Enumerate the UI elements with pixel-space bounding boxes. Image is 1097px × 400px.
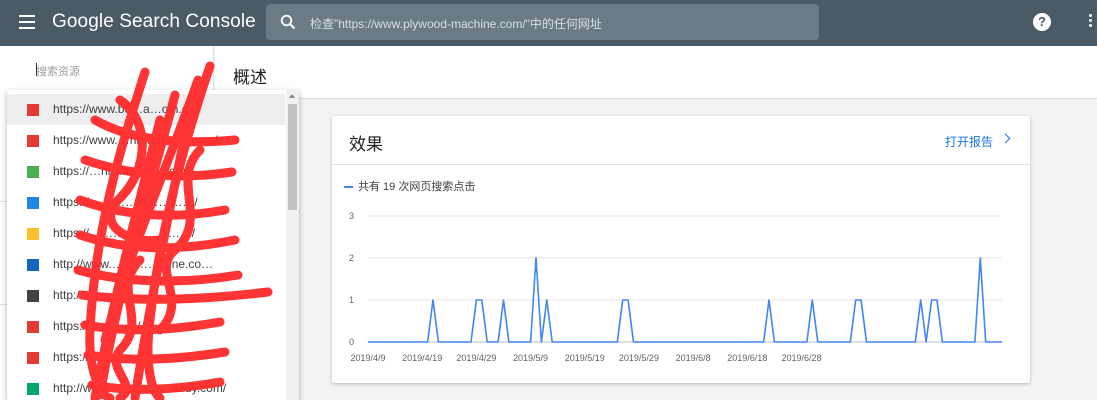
property-url: https://…………io…………/ [53,195,198,209]
x-tick-label: 2019/4/19 [402,353,442,363]
performance-card: 效果 打开报告 共有 19 次网页搜索点击 0 1 2 3 2019/4/9 2019/4… [332,116,1030,383]
property-dropdown[interactable]: http://www.……………aeuy.com/https://…………/ ht… [7,90,299,400]
top-app-bar: Google Search Console 检查"https://www.ply… [0,0,1097,46]
search-input[interactable]: 检查"https://www.plywood-machine.com/"中的任何… [310,15,602,32]
more-vert-icon[interactable] [1089,14,1093,30]
property-item[interactable]: http://www.……………ne.co… [7,249,285,280]
site-favicon-icon [27,228,39,240]
property-item[interactable]: https://…hi…na…….com/ [7,156,285,187]
property-item[interactable]: https://…………e…………/ [7,218,285,249]
property-url: https://www.bo…a…om.c… [53,102,200,116]
site-favicon-icon [27,352,39,364]
property-item[interactable]: https://…………io…………/ [7,187,285,218]
property-url: https://…………/ [53,350,141,364]
site-favicon-icon [27,383,39,395]
scroll-up-icon[interactable] [289,94,295,98]
scrollbar-thumb[interactable] [288,104,297,210]
property-search-input[interactable]: 搜索资源 [36,63,80,79]
y-tick-label: 0 [349,337,354,347]
property-item[interactable]: http://www.……………aeuy.com/ [7,373,285,400]
help-icon[interactable]: ? [1033,13,1051,31]
url-inspection-search[interactable]: 检查"https://www.plywood-machine.com/"中的任何… [266,4,819,40]
menu-icon[interactable] [19,15,35,29]
x-tick-label: 2019/4/9 [350,353,385,363]
clicks-line-chart: 0 1 2 3 2019/4/9 2019/4/19 2019/4/29 2019/5/9 20… [349,211,1002,363]
text-cursor [36,63,37,76]
x-tick-label: 2019/5/29 [619,353,659,363]
dropdown-scrollbar[interactable] [286,90,299,400]
site-favicon-icon [27,321,39,333]
x-tick-label: 2019/5/9 [513,353,548,363]
search-icon [280,14,296,30]
y-tick-label: 1 [349,295,354,305]
y-tick-label: 3 [349,211,354,221]
property-url: http://…………………/ [53,288,171,302]
x-tick-label: 2019/6/8 [676,353,711,363]
property-url: https://www.…hi…on…….com/ [53,133,218,147]
property-url: http://www.……………aeuy.com/ [53,381,227,395]
x-tick-label: 2019/5/19 [565,353,605,363]
site-favicon-icon [27,290,39,302]
x-tick-label: 2019/6/28 [781,353,821,363]
page-title: 概述 [233,68,267,87]
site-favicon-icon [27,259,39,271]
property-item[interactable]: https://…………/ [7,342,285,373]
property-item[interactable]: https://www.…hi…on…….com/ [7,125,285,156]
property-url: http://www.……………ne.co… [53,257,214,271]
page-header: 概述 [215,46,1097,99]
y-tick-label: 2 [349,253,354,263]
property-item[interactable]: https://www.bo…a…om.c… [7,94,285,125]
x-tick-label: 2019/6/18 [727,353,767,363]
x-tick-label: 2019/4/29 [456,353,496,363]
site-favicon-icon [27,166,39,178]
property-item[interactable]: http://…………………/ [7,280,285,311]
property-url: https://…hi…na…….com/ [53,164,190,178]
app-brand[interactable]: Google Search Console [52,11,256,33]
property-url: https://…………e…………/ [53,226,196,240]
property-item[interactable]: https://…………/ [7,311,285,342]
site-favicon-icon [27,135,39,147]
property-url: https://…………/ [53,319,141,333]
site-favicon-icon [27,104,39,116]
site-favicon-icon [27,197,39,209]
